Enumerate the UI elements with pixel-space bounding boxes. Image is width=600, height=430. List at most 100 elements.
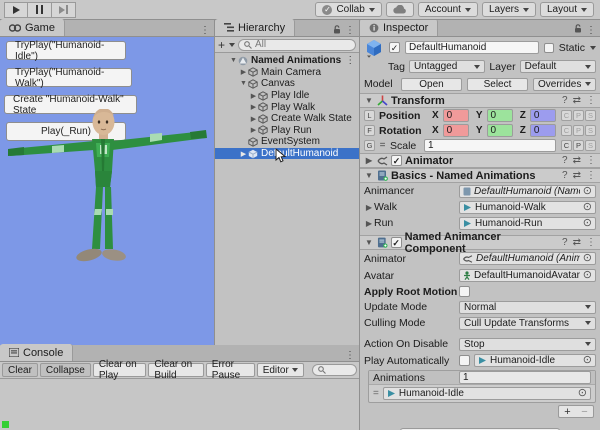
tag-dropdown[interactable]: Untagged [409,60,485,73]
animator-header[interactable]: ▶ ✓ Animator ?⇄⋮ [360,153,600,168]
avatar-field[interactable]: DefaultHumanoidAvatar ⊙ [459,269,596,282]
object-picker-icon[interactable]: ⊙ [583,270,592,281]
clear-button[interactable]: Clear [2,363,38,377]
static-dropdown-icon[interactable] [590,46,596,50]
snap-button[interactable]: S [585,140,596,151]
presets-icon[interactable]: ⇄ [573,155,581,166]
pause-button[interactable] [28,2,52,18]
component-enabled-checkbox[interactable]: ✓ [391,237,402,248]
tree-item-scene[interactable]: ▼ Named Animations ⋮ [215,55,359,67]
remove-element-button[interactable]: − [581,406,587,418]
update-mode-dropdown[interactable]: Normal [459,301,596,314]
clear-on-build-toggle[interactable]: Clear on Build [148,363,203,377]
clear-on-play-toggle[interactable]: Clear on Play [93,363,147,377]
basics-header[interactable]: ▼ Basics - Named Animations ?⇄⋮ [360,168,600,183]
copy-button[interactable]: C [561,125,572,136]
chevron-right-icon[interactable]: ▶ [249,103,258,111]
tree-item-eventsystem[interactable]: EventSystem [215,136,359,148]
drag-handle-icon[interactable]: = [373,388,379,399]
help-icon[interactable]: ? [562,237,568,248]
overrides-dropdown[interactable]: Overrides [533,78,596,91]
chevron-right-icon[interactable]: ▶ [239,68,248,76]
model-select-button[interactable]: Select [467,78,528,91]
presets-icon[interactable]: ⇄ [573,170,581,181]
animator-ref-field[interactable]: DefaultHumanoid (Animato ⊙ [459,252,596,265]
snap-button[interactable]: S [585,125,596,136]
create-object-button[interactable]: + [218,38,235,52]
editor-dropdown[interactable]: Editor [257,363,304,377]
chevron-down-icon[interactable]: ▼ [239,80,248,87]
help-icon[interactable]: ? [562,170,568,181]
animator-enabled-checkbox[interactable]: ✓ [391,155,402,166]
kebab-icon[interactable]: ⋮ [586,237,596,248]
object-picker-icon[interactable]: ⊙ [583,355,592,366]
tab-hierarchy[interactable]: Hierarchy [215,19,295,36]
kebab-icon[interactable]: ⋮ [586,95,596,106]
presets-icon[interactable]: ⇄ [573,95,581,106]
walk-field[interactable]: Humanoid-Walk ⊙ [459,201,596,214]
tab-console[interactable]: Console [0,344,73,361]
chevron-down-icon[interactable]: ▼ [229,57,238,64]
tree-item-main-camera[interactable]: ▶ Main Camera [215,67,359,79]
constrain-proportions-toggle[interactable]: = [377,140,388,151]
tree-item-defaulthumanoid[interactable]: ▶ DefaultHumanoid [215,148,359,160]
chevron-down-icon[interactable]: ▼ [364,171,374,180]
error-pause-toggle[interactable]: Error Pause [206,363,255,377]
play-button[interactable] [4,2,28,18]
object-picker-icon[interactable]: ⊙ [578,388,587,399]
layout-dropdown[interactable]: Layout [540,2,594,17]
chevron-down-icon[interactable]: ▼ [364,96,374,105]
chevron-right-icon[interactable]: ▶ [364,203,374,212]
console-search-input[interactable] [312,364,357,376]
paste-button[interactable]: P [573,125,584,136]
position-y-field[interactable]: 0 [487,109,513,122]
collapse-toggle[interactable]: Collapse [40,363,91,377]
object-picker-icon[interactable]: ⊙ [583,202,592,213]
add-element-button[interactable]: + [564,406,570,418]
chevron-down-icon[interactable]: ▼ [364,238,374,247]
chevron-right-icon[interactable]: ▶ [249,92,258,100]
rotation-z-field[interactable]: 0 [530,124,556,137]
scale-field[interactable]: 1 [424,139,556,152]
tree-item-canvas[interactable]: ▼ Canvas [215,78,359,90]
tree-item-create-walk-state[interactable]: ▶ Create Walk State [215,113,359,125]
transform-header[interactable]: ▼ Transform ?⇄⋮ [360,93,600,108]
model-open-button[interactable]: Open [401,78,462,91]
run-field[interactable]: Humanoid-Run ⊙ [459,217,596,230]
animations-size-field[interactable]: 1 [459,371,591,384]
chevron-right-icon[interactable]: ▶ [249,115,258,123]
scale-sub-button[interactable]: G [364,140,375,151]
animations-element-field[interactable]: Humanoid-Idle ⊙ [383,387,591,400]
rotation-x-field[interactable]: 0 [443,124,469,137]
object-picker-icon[interactable]: ⊙ [583,186,592,197]
kebab-icon[interactable]: ⋮ [586,155,596,166]
hierarchy-menu-kebab-icon[interactable]: ⋮ [341,25,359,36]
tryplay-walk-button[interactable]: TryPlay("Humanoid-Walk") [6,68,132,87]
apply-root-motion-checkbox[interactable] [459,286,470,297]
help-icon[interactable]: ? [562,155,568,166]
help-icon[interactable]: ? [562,95,568,106]
tree-item-play-walk[interactable]: ▶ Play Walk [215,101,359,113]
copy-button[interactable]: C [561,110,572,121]
culling-mode-dropdown[interactable]: Cull Update Transforms [459,317,596,330]
chevron-right-icon[interactable]: ▶ [239,150,248,158]
inspector-menu-kebab-icon[interactable]: ⋮ [582,25,600,36]
tree-item-play-run[interactable]: ▶ Play Run [215,125,359,137]
position-x-field[interactable]: 0 [443,109,469,122]
tryplay-idle-button[interactable]: TryPlay("Humanoid-Idle") [6,41,126,60]
name-field[interactable]: DefaultHumanoid [405,41,539,54]
game-menu-kebab-icon[interactable]: ⋮ [196,25,214,36]
action-on-disable-dropdown[interactable]: Stop [459,338,596,351]
active-checkbox[interactable]: ✓ [389,42,400,53]
rotation-sub-button[interactable]: F [364,125,375,136]
tab-game[interactable]: Game [0,19,65,36]
lock-icon[interactable] [333,25,341,36]
static-checkbox[interactable] [544,43,554,53]
play-automatically-field[interactable]: Humanoid-Idle ⊙ [474,354,596,367]
position-sub-button[interactable]: L [364,110,375,121]
account-dropdown[interactable]: Account [418,2,478,17]
collab-dropdown[interactable]: ✓ Collab [315,2,381,17]
scene-kebab-icon[interactable]: ⋮ [341,55,359,66]
layers-dropdown[interactable]: Layers [482,2,536,17]
tab-inspector[interactable]: Inspector [360,20,438,36]
